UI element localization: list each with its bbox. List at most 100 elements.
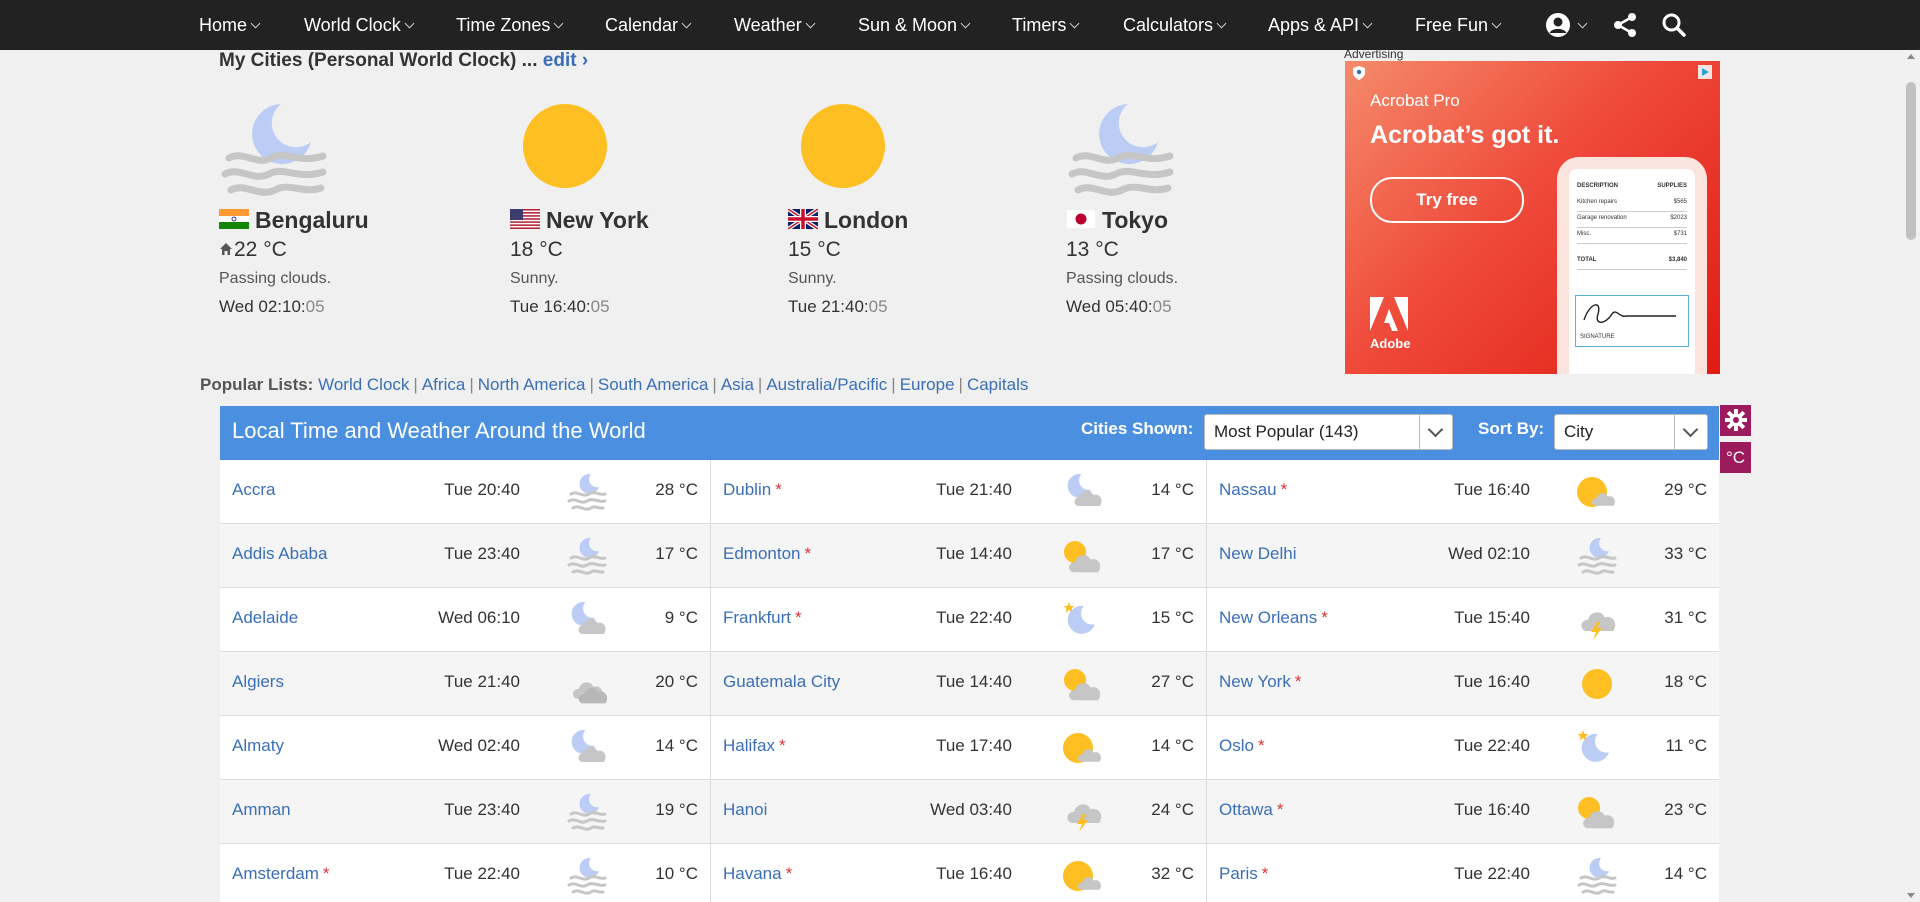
city-link[interactable]: Guatemala City	[723, 672, 840, 692]
ad-doc-amount: $2023	[1670, 215, 1687, 221]
search-icon[interactable]	[1661, 12, 1687, 43]
my-city-time-value: Wed 02:10:	[219, 297, 306, 316]
nav-sun-moon[interactable]: Sun & Moon	[858, 0, 971, 50]
advertisement-banner[interactable]: Acrobat Pro Acrobat’s got it. Try free A…	[1345, 61, 1720, 374]
share-icon[interactable]	[1612, 12, 1638, 43]
my-city-temperature: 22 °C	[219, 238, 287, 262]
city-link[interactable]: Algiers	[232, 672, 284, 692]
city-name: Oslo	[1219, 736, 1254, 755]
popular-lists-label: Popular Lists:	[200, 375, 314, 394]
my-city-name-row[interactable]: Tokyo	[1066, 207, 1168, 234]
city-link[interactable]: Amman	[232, 800, 291, 820]
link-separator: |	[891, 375, 896, 394]
popular-list-link[interactable]: Africa	[422, 375, 465, 394]
nav-world-clock[interactable]: World Clock	[304, 0, 415, 50]
dst-marker: *	[785, 864, 793, 883]
popular-list-link[interactable]: North America	[478, 375, 586, 394]
my-city-condition: Passing clouds.	[219, 270, 332, 287]
city-link[interactable]: New Orleans *	[1219, 608, 1328, 628]
city-link[interactable]: Edmonton *	[723, 544, 811, 564]
chevron-down-icon	[1362, 18, 1373, 29]
scroll-down-arrow[interactable]	[1907, 893, 1915, 898]
scrollbar-thumb[interactable]	[1906, 82, 1916, 240]
city-link[interactable]: Adelaide	[232, 608, 298, 628]
column-divider	[710, 460, 711, 902]
city-local-time: Tue 22:40	[936, 608, 1012, 627]
table-row: New Delhi Wed 02:10 33 °C	[1207, 524, 1719, 588]
my-city-temp-value: 13 °C	[1066, 238, 1119, 261]
city-name: Ottawa	[1219, 800, 1273, 819]
city-link[interactable]: New Delhi	[1219, 544, 1296, 564]
city-link[interactable]: Nassau *	[1219, 480, 1287, 500]
sort-by-label: Sort By:	[1478, 419, 1545, 438]
nav-time-zones[interactable]: Time Zones	[456, 0, 564, 50]
city-link[interactable]: Halifax *	[723, 736, 786, 756]
chevron-down-icon	[681, 18, 692, 29]
nav-free-fun[interactable]: Free Fun	[1415, 0, 1502, 50]
settings-button[interactable]	[1720, 405, 1751, 436]
popular-list-link[interactable]: World Clock	[318, 375, 409, 394]
table-row: Halifax * Tue 17:40 14 °C	[711, 716, 1206, 780]
cities-shown-value: Most Popular (143)	[1214, 422, 1359, 441]
city-name: Addis Ababa	[232, 544, 328, 563]
nav-timers[interactable]: Timers	[1012, 0, 1080, 50]
chevron-down-icon	[1216, 18, 1227, 29]
ad-privacy-icon[interactable]	[1351, 65, 1367, 81]
popular-list-link[interactable]: Europe	[900, 375, 955, 394]
city-link[interactable]: Almaty	[232, 736, 284, 756]
user-icon[interactable]	[1545, 12, 1588, 43]
city-link[interactable]: Paris *	[1219, 864, 1268, 884]
nav-calculators[interactable]: Calculators	[1123, 0, 1227, 50]
city-link[interactable]: Frankfurt *	[723, 608, 802, 628]
nav-weather[interactable]: Weather	[734, 0, 816, 50]
city-link[interactable]: Accra	[232, 480, 275, 500]
city-link[interactable]: Dublin *	[723, 480, 782, 500]
city-link[interactable]: Addis Ababa	[232, 544, 327, 564]
sun-icon	[505, 98, 615, 198]
temperature-unit-toggle[interactable]: °C	[1720, 442, 1751, 473]
link-separator: |	[958, 375, 963, 394]
city-link[interactable]: Ottawa *	[1219, 800, 1283, 820]
city-link[interactable]: Havana *	[723, 864, 792, 884]
popular-list-link[interactable]: Capitals	[967, 375, 1028, 394]
ad-choices-icon[interactable]	[1698, 65, 1712, 79]
city-link[interactable]: Amsterdam *	[232, 864, 330, 884]
city-link[interactable]: Oslo *	[1219, 736, 1265, 756]
nav-home[interactable]: Home	[199, 0, 261, 50]
column-divider	[1206, 460, 1207, 902]
nav-apps-api[interactable]: Apps & API	[1268, 0, 1373, 50]
sort-by-select[interactable]: City	[1554, 414, 1708, 450]
ad-doc-line: Garage renovation $2023	[1577, 215, 1687, 228]
popular-list-link[interactable]: Australia/Pacific	[766, 375, 887, 394]
my-cities-title: My Cities (Personal World Clock) ...	[219, 50, 538, 71]
city-link[interactable]: New York *	[1219, 672, 1301, 692]
nav-label: Home	[199, 15, 248, 35]
my-city-name-row[interactable]: Bengaluru	[219, 207, 369, 234]
nav-calendar[interactable]: Calendar	[605, 0, 692, 50]
my-city-seconds: 05	[305, 297, 325, 316]
popular-list-link[interactable]: South America	[598, 375, 709, 394]
table-row: Amman Tue 23:40 19 °C	[220, 780, 710, 844]
dst-marker: *	[1294, 672, 1302, 691]
dst-marker: *	[1257, 736, 1265, 755]
night-fog-icon	[565, 856, 609, 896]
my-city-temp-value: 15 °C	[788, 238, 841, 261]
page-scrollbar[interactable]	[1902, 50, 1920, 902]
link-separator: |	[589, 375, 594, 394]
table-row: Havana * Tue 16:40 32 °C	[711, 844, 1206, 902]
my-city-name-row[interactable]: New York	[510, 207, 649, 234]
city-link[interactable]: Hanoi	[723, 800, 767, 820]
city-temperature: 14 °C	[1151, 480, 1194, 499]
popular-list-link[interactable]: Asia	[721, 375, 754, 394]
table-row: Dublin * Tue 21:40 14 °C	[711, 460, 1206, 524]
dst-marker: *	[1321, 608, 1328, 627]
my-city-name-row[interactable]: London	[788, 207, 908, 234]
cities-shown-select[interactable]: Most Popular (143)	[1204, 414, 1453, 450]
table-row: New Orleans * Tue 15:40 31 °C	[1207, 588, 1719, 652]
ad-try-free-button[interactable]: Try free	[1370, 177, 1524, 223]
scroll-up-arrow[interactable]	[1907, 54, 1915, 59]
edit-my-cities-link[interactable]: edit ›	[543, 50, 588, 71]
table-row: Amsterdam * Tue 22:40 10 °C	[220, 844, 710, 902]
city-temperature: 15 °C	[1151, 608, 1194, 627]
dst-marker: *	[1261, 864, 1269, 883]
